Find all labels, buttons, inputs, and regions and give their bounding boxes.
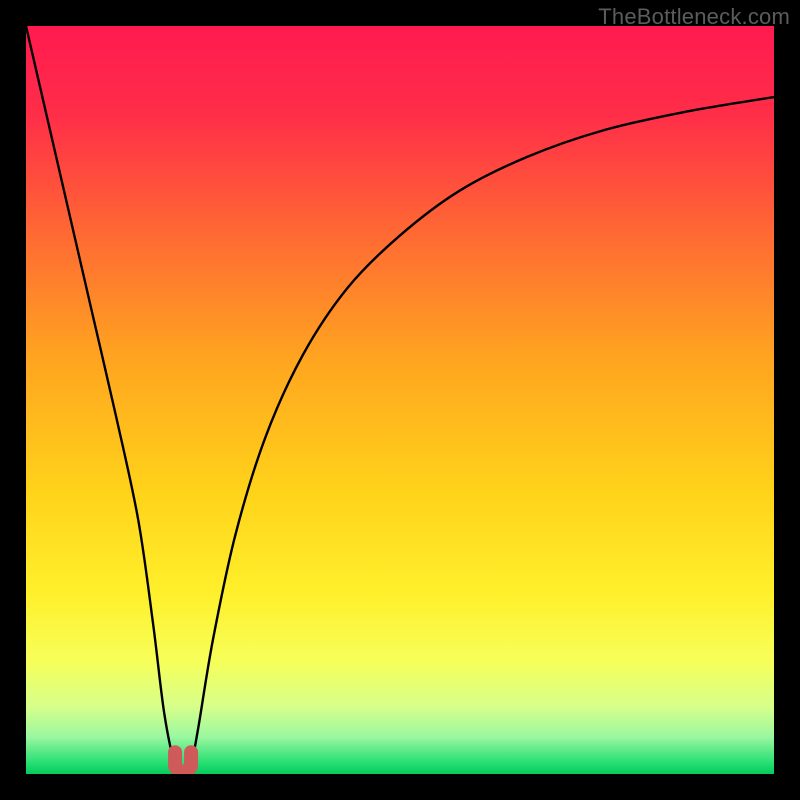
bottleneck-curve [26, 26, 774, 774]
bottleneck-minimum-marker [175, 752, 191, 772]
watermark-text: TheBottleneck.com [598, 4, 790, 30]
chart-frame: TheBottleneck.com [0, 0, 800, 800]
plot-area [26, 26, 774, 774]
